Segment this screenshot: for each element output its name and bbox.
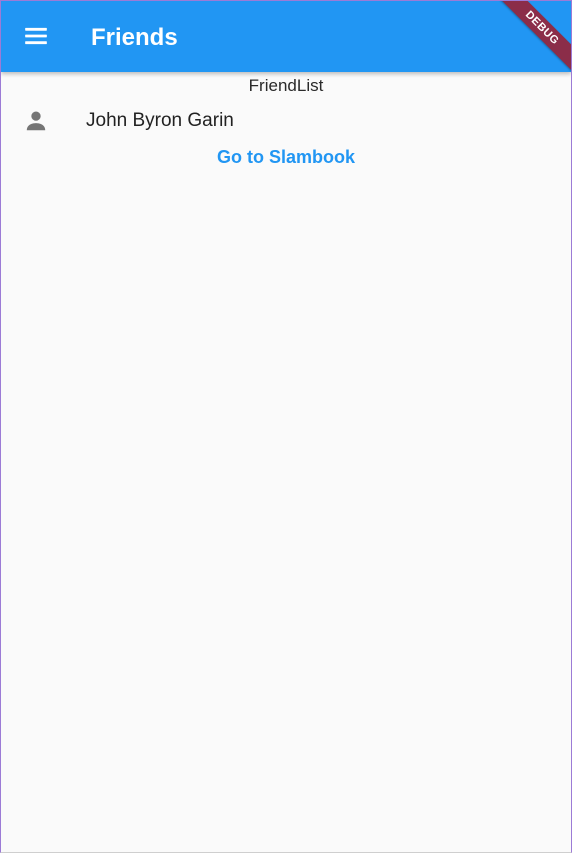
friend-list-header: FriendList (248, 76, 324, 95)
person-icon (26, 111, 46, 131)
main-content: FriendList John Byron Garin Go to Slambo… (1, 72, 571, 171)
go-to-slambook-button[interactable]: Go to Slambook (186, 143, 386, 171)
friend-name: John Byron Garin (86, 110, 234, 131)
app-window: Friends DEBUG FriendList John Byron Gari… (0, 0, 572, 853)
list-item[interactable]: John Byron Garin (1, 97, 571, 143)
app-bar: Friends (1, 1, 571, 72)
page-title: Friends (91, 24, 178, 51)
menu-icon (25, 27, 47, 45)
menu-button[interactable] (15, 15, 57, 57)
